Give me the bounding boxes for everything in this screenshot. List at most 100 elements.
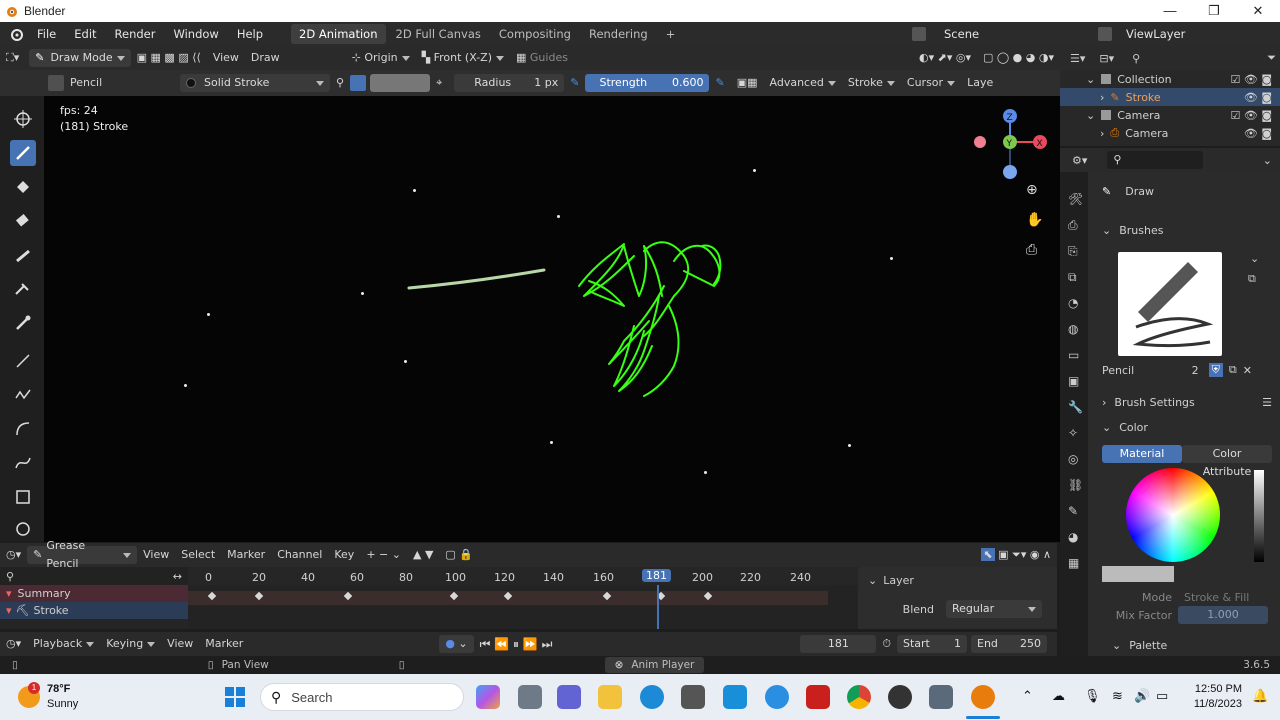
editor-type-icon[interactable]: ⛶▾	[0, 48, 25, 68]
polyline-tool-icon[interactable]	[10, 382, 36, 408]
color-wheel[interactable]	[1126, 468, 1220, 562]
cutter-tool-icon[interactable]	[10, 276, 36, 302]
workspace-tab-rendering[interactable]: Rendering	[581, 24, 656, 44]
view-layer-selector[interactable]: ViewLayer	[1098, 24, 1185, 44]
add-workspace-button[interactable]: +	[658, 24, 684, 44]
playback-marker-menu[interactable]: Marker	[199, 634, 249, 654]
physics-tab-icon[interactable]: ◎	[1068, 446, 1088, 472]
workspace-tab-2d-full-canvas[interactable]: 2D Full Canvas	[388, 24, 489, 44]
palette-header[interactable]: ⌄ Palette	[1112, 636, 1167, 654]
playback-editor-type-icon[interactable]: ◷▾	[0, 634, 27, 654]
curve-tool-icon[interactable]	[10, 450, 36, 476]
store-icon[interactable]	[681, 685, 705, 709]
layer-add-remove-icons[interactable]: + − ⌄	[360, 545, 407, 565]
timeline-filter-icons[interactable]: ⬉ ▣ ⏷▾ ◉ ∧	[975, 545, 1057, 565]
gizmo-neg-x-axis[interactable]	[974, 136, 986, 148]
file-explorer-icon[interactable]	[598, 685, 622, 709]
color-attribute-mode-tab[interactable]: Color Attribute	[1182, 445, 1272, 478]
obs-icon[interactable]	[888, 685, 912, 709]
cancel-job-icon[interactable]: ⊗	[615, 659, 624, 671]
line-tool-icon[interactable]	[10, 348, 36, 374]
effects-tab-icon[interactable]: ✧	[1068, 420, 1088, 446]
copilot-icon[interactable]	[476, 685, 500, 709]
timeline-mode-dropdown[interactable]: ✎ Grease Pencil	[27, 539, 138, 570]
brush-name[interactable]: Pencil	[64, 73, 180, 93]
unlink-brush-icon[interactable]: ✕	[1243, 364, 1252, 377]
outliner-row-camera-collection[interactable]: ⌄ Camera ☑ 👁 ◙	[1060, 106, 1280, 124]
layer-lock-icons[interactable]: ▢ 🔒	[439, 545, 479, 565]
world-tab-icon[interactable]: ◍	[1068, 316, 1088, 342]
constraints-tab-icon[interactable]: ⛓	[1068, 472, 1088, 498]
draw-menu[interactable]: Draw	[245, 48, 286, 68]
circle-tool-icon[interactable]	[10, 516, 36, 542]
visibility-icons[interactable]: ☑ 👁 ◙	[1231, 73, 1273, 86]
plane-dropdown[interactable]: ▚ Front (X-Z)	[416, 48, 510, 68]
brush-selector[interactable]: Pencil 2 ⛨ ⧉ ✕	[1102, 360, 1252, 380]
gizmo-neg-z-axis[interactable]	[1003, 165, 1017, 179]
zoom-icon[interactable]: ⊕	[1026, 182, 1038, 198]
expand-icon[interactable]: ›	[1100, 91, 1104, 104]
layer-move-icons[interactable]: ▲ ▼	[407, 545, 439, 565]
timeline-marker-menu[interactable]: Marker	[221, 545, 271, 565]
wifi-icon[interactable]: ≋	[1112, 688, 1123, 704]
properties-editor-icon[interactable]: ⚙▾	[1072, 154, 1087, 167]
auto-keying-toggle[interactable]: ● ⌄	[439, 635, 474, 653]
brushes-panel-header[interactable]: ⌄ Brushes	[1096, 219, 1276, 241]
select-mode-icons[interactable]: ▣ ▦ ▩ ▨ ⟨⟨	[131, 48, 207, 68]
data-tab-icon[interactable]: ✎	[1068, 498, 1088, 524]
maximize-button[interactable]: ❐	[1192, 0, 1236, 22]
origin-dropdown[interactable]: ⊹ Origin	[346, 48, 416, 68]
start-frame-field[interactable]: Start 1	[897, 635, 967, 653]
visibility-icons[interactable]: 👁 ◙	[1244, 127, 1272, 140]
material-dropdown[interactable]: Solid Stroke	[180, 74, 330, 92]
fill-tool-icon[interactable]	[10, 174, 36, 200]
mix-factor-field[interactable]: 1.000	[1178, 606, 1268, 624]
value-slider[interactable]	[1254, 470, 1264, 562]
menu-file[interactable]: File	[28, 22, 65, 46]
channel-stroke[interactable]: ▾ ⛏ Stroke	[0, 602, 188, 619]
render-tab-icon[interactable]: ⎙	[1068, 212, 1088, 238]
menu-help[interactable]: Help	[228, 22, 272, 46]
hand-pan-icon[interactable]: ✋	[1026, 212, 1043, 228]
battery-icon[interactable]: ▭	[1156, 688, 1168, 704]
close-button[interactable]: ✕	[1236, 0, 1280, 22]
transport-controls[interactable]: ⏮ ⏪ ⏸ ⏩ ⏭	[474, 634, 559, 654]
timeline-view-menu[interactable]: View	[137, 545, 175, 565]
end-frame-field[interactable]: End 250	[971, 635, 1047, 653]
taskbar-date[interactable]: 11/8/2023	[1188, 698, 1242, 710]
properties-options-icon[interactable]: ⌄	[1263, 154, 1272, 167]
tool-tab-icon[interactable]: 🛠	[1068, 186, 1088, 212]
pin-icon[interactable]: ⚲	[330, 73, 350, 93]
blender-taskbar-icon[interactable]	[971, 685, 995, 709]
onedrive-icon[interactable]: ☁	[1052, 688, 1065, 704]
stroke-options-icons[interactable]: ▣▦	[731, 73, 764, 93]
blender-menu-icon[interactable]	[8, 26, 24, 42]
expand-icon[interactable]: ›	[1100, 127, 1104, 140]
windows-start-icon[interactable]	[224, 686, 246, 708]
tint-tool-icon[interactable]	[10, 242, 36, 268]
workspace-tab-compositing[interactable]: Compositing	[491, 24, 579, 44]
current-frame-indicator[interactable]: 181	[642, 569, 671, 582]
outliner-row-camera-object[interactable]: › ⎙ Camera 👁 ◙	[1060, 124, 1280, 142]
advanced-dropdown[interactable]: Advanced	[764, 73, 842, 93]
camera-app-icon[interactable]	[929, 685, 953, 709]
brush-thumbnail[interactable]	[1118, 252, 1222, 356]
texture-tab-icon[interactable]: ▦	[1068, 550, 1088, 576]
radius-field[interactable]: Radius 1 px	[454, 74, 565, 92]
color-mode-icon[interactable]	[350, 75, 367, 91]
microphone-icon[interactable]: 🎙	[1084, 688, 1101, 704]
timeline-select-menu[interactable]: Select	[175, 545, 221, 565]
overlay-icons[interactable]: ◐▾ ⬈▾ ◎▾	[913, 48, 977, 68]
menu-render[interactable]: Render	[106, 22, 165, 46]
channel-summary[interactable]: ▾ Summary	[0, 585, 188, 602]
outliner-search-icon[interactable]: ⚲	[1132, 52, 1140, 65]
guides-toggle[interactable]: ▦ Guides	[510, 48, 574, 68]
outliner-filter-icon[interactable]: ⏷	[1267, 51, 1276, 65]
collapse-icon[interactable]: ⌄	[1086, 73, 1095, 86]
notifications-icon[interactable]: 🔔	[1252, 688, 1268, 704]
strength-field[interactable]: Strength 0.600	[585, 74, 710, 92]
keying-menu[interactable]: Keying	[100, 634, 161, 654]
color-preview-swatch[interactable]	[1102, 566, 1174, 582]
view-layer-tab-icon[interactable]: ⧉	[1068, 264, 1088, 290]
scene-tab-icon[interactable]: ◔	[1068, 290, 1088, 316]
